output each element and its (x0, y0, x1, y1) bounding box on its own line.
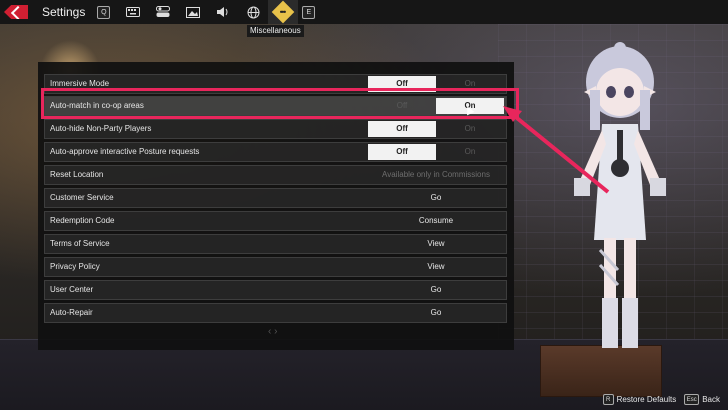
restore-key[interactable]: R (602, 394, 614, 405)
restore-defaults-button[interactable]: Restore Defaults (617, 395, 677, 404)
scroll-chevron-icon: ‹ › (268, 326, 278, 337)
back-button[interactable]: Back (702, 395, 720, 404)
esc-key[interactable]: Esc (684, 394, 700, 405)
footer-bar: R Restore Defaults Esc Back (602, 394, 720, 405)
annotation-arrow (503, 106, 610, 194)
